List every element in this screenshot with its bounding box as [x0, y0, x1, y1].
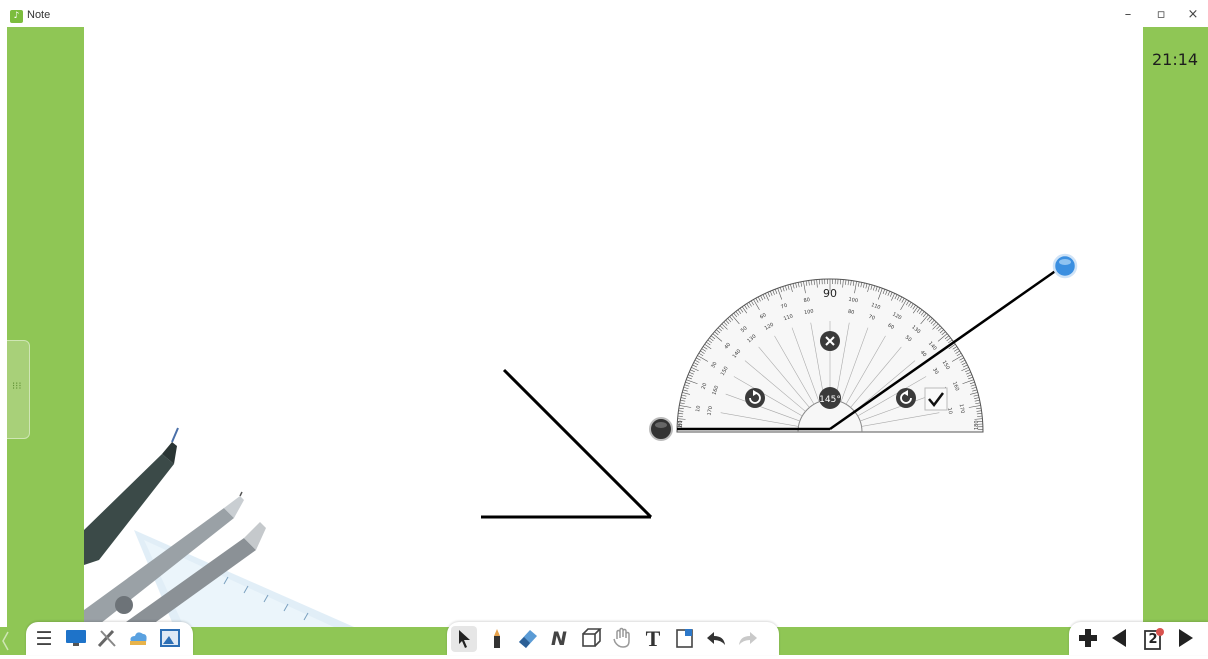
add-page-icon[interactable] — [1075, 626, 1101, 652]
minimize-button[interactable]: – — [1118, 7, 1138, 23]
tools-icon[interactable] — [94, 626, 120, 652]
next-page-icon[interactable] — [1173, 626, 1199, 652]
confirm-button[interactable] — [925, 388, 947, 410]
page-number: 2 — [1140, 627, 1166, 653]
undo-icon[interactable] — [703, 626, 729, 652]
image-icon[interactable] — [157, 626, 183, 652]
shape-icon[interactable]: N — [546, 626, 572, 652]
angle-readout: 145° — [819, 395, 841, 405]
window-title: Note — [27, 9, 50, 21]
stationery-decoration — [84, 420, 354, 627]
page-toolbar: 2 — [1069, 622, 1208, 655]
rotate-right-button[interactable] — [896, 388, 916, 408]
menu-icon[interactable]: ☰ — [31, 626, 57, 652]
right-frame — [1143, 27, 1208, 627]
maximize-button[interactable]: ▫ — [1151, 7, 1171, 23]
close-button[interactable]: × — [1183, 7, 1203, 23]
redo-icon[interactable] — [735, 626, 761, 652]
grip-icon: ⁝⁝⁝ — [12, 381, 22, 392]
main-toolbar: N T — [447, 622, 779, 655]
clock: 21:14 — [1152, 50, 1198, 69]
pen-icon[interactable] — [484, 626, 510, 652]
select-icon[interactable] — [451, 626, 477, 652]
text-icon[interactable]: T — [640, 626, 666, 652]
close-protractor-button[interactable] — [820, 331, 840, 351]
cloud-upload-icon[interactable] — [125, 626, 151, 652]
side-panel-handle[interactable]: ⁝⁝⁝ — [7, 340, 30, 439]
protractor-pivot-handle[interactable] — [650, 418, 672, 440]
rotate-left-button[interactable] — [745, 388, 765, 408]
background-icon[interactable] — [672, 626, 698, 652]
protractor-angle-handle[interactable] — [1054, 255, 1076, 277]
title-bar: ♪ Note – ▫ × — [0, 0, 1208, 27]
angle-readout-badge: 145° — [819, 387, 841, 409]
hand-icon[interactable] — [609, 626, 635, 652]
display-icon[interactable] — [63, 626, 89, 652]
eraser-icon[interactable] — [515, 626, 541, 652]
previous-page-icon[interactable] — [1106, 626, 1132, 652]
app-logo-icon: ♪ — [10, 10, 23, 23]
left-frame — [7, 27, 84, 627]
collapse-left-icon[interactable] — [0, 628, 10, 654]
page-indicator[interactable]: 2 — [1140, 626, 1166, 652]
cube-icon[interactable] — [578, 626, 604, 652]
left-toolbar: ☰ — [26, 622, 193, 655]
